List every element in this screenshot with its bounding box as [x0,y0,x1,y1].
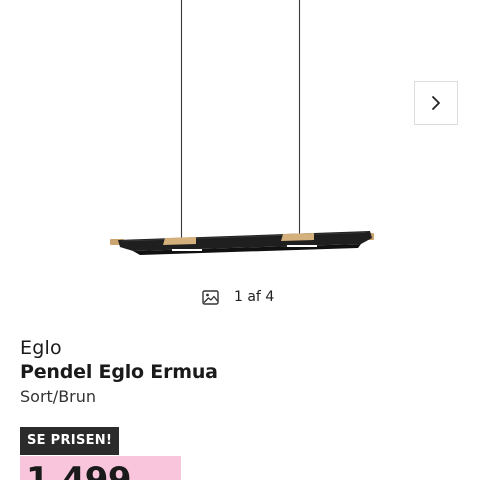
product-image[interactable] [0,0,480,320]
product-variant: Sort/Brun [20,387,97,406]
next-image-button[interactable] [414,81,458,125]
image-counter: 1 af 4 [202,286,274,308]
product-brand[interactable]: Eglo [20,337,62,359]
price-highlight: 1.499 [20,456,181,480]
product-name: Pendel Eglo Ermua [20,361,218,383]
product-gallery[interactable]: 1 af 4 [0,0,480,320]
price-badge: SE PRISEN! [20,427,120,455]
price-value: 1.499 [26,460,132,480]
image-icon [202,289,219,305]
chevron-right-icon [432,96,440,110]
image-counter-text: 1 af 4 [234,289,275,305]
product-page: 1 af 4 Eglo Pendel Eglo Ermua Sort/Brun … [0,0,480,480]
